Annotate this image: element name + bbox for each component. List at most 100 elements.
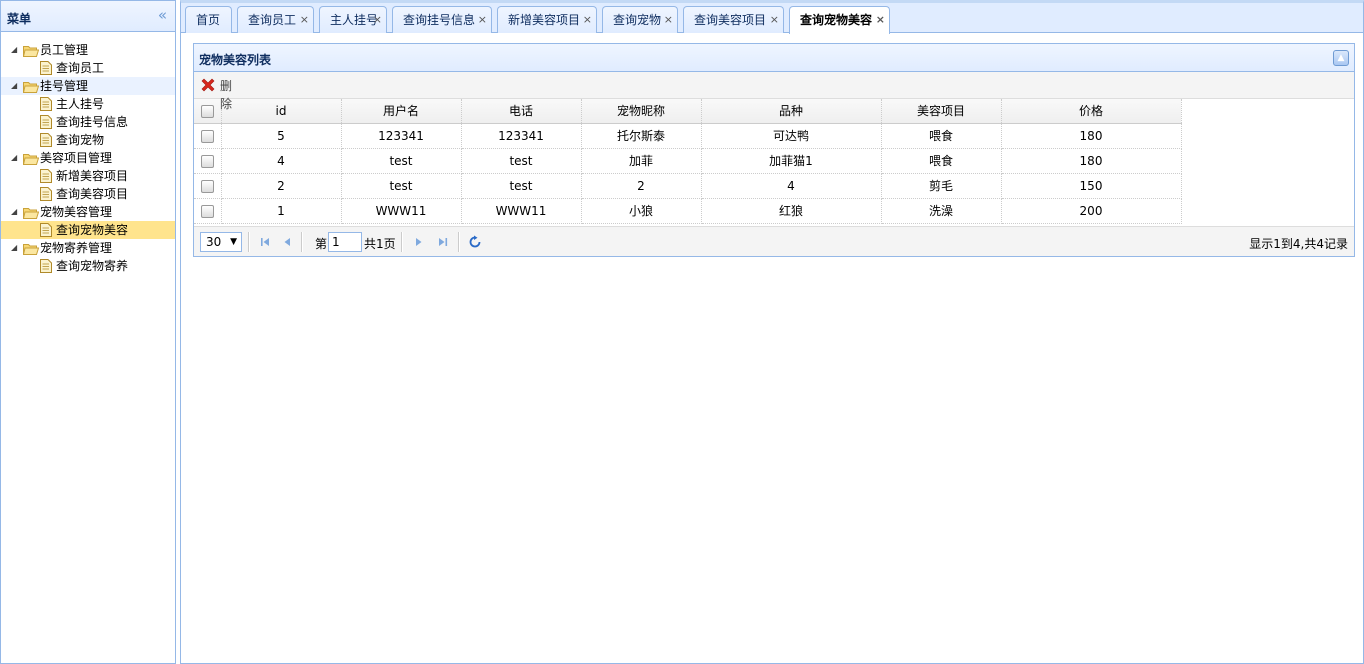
tab-item[interactable]: 新增美容项目 × xyxy=(497,6,597,33)
file-icon xyxy=(40,187,52,201)
close-icon[interactable]: × xyxy=(373,7,382,33)
table-cell: test xyxy=(341,173,462,199)
column-header[interactable]: 美容项目 xyxy=(881,99,1002,124)
table-cell: 小狼 xyxy=(581,198,702,224)
expand-triangle-icon[interactable]: ◢ xyxy=(11,77,17,95)
tree-node-label: 查询宠物 xyxy=(56,133,105,147)
row-checkbox-cell xyxy=(194,123,222,149)
table-cell: 可达鸭 xyxy=(701,123,882,149)
select-all-checkbox[interactable] xyxy=(200,104,214,118)
refresh-icon[interactable] xyxy=(468,235,482,249)
tree-node-label: 新增美容项目 xyxy=(56,169,129,183)
table-row[interactable]: 5 123341 123341 托尔斯泰 可达鸭 喂食 180 xyxy=(194,123,1182,149)
last-page-icon[interactable] xyxy=(436,235,450,249)
row-checkbox[interactable] xyxy=(200,154,214,168)
close-icon[interactable]: × xyxy=(300,7,309,33)
tree-node-label: 查询宠物美容 xyxy=(56,223,129,237)
tree-node-label: 宠物美容管理 xyxy=(40,205,113,219)
page-size-select[interactable]: 30 ▼ xyxy=(200,232,242,252)
row-checkbox[interactable] xyxy=(200,179,214,193)
table-cell: 180 xyxy=(1001,148,1182,174)
tab-item[interactable]: 主人挂号 × xyxy=(319,6,387,33)
data-grid: id 用户名 电话 宠物昵称 品种 美容项目 价格 5 123341 123341 托尔斯泰 可达鸭… xyxy=(194,99,1182,224)
table-cell: 123341 xyxy=(341,123,462,149)
row-checkbox[interactable] xyxy=(200,129,214,143)
table-cell: 喂食 xyxy=(881,123,1002,149)
tree-leaf-node[interactable]: 主人挂号 xyxy=(1,95,175,113)
chevron-down-icon: ▼ xyxy=(230,237,237,247)
column-header[interactable]: 宠物昵称 xyxy=(581,99,702,124)
tab-label: 新增美容项目 xyxy=(508,13,581,27)
tab-item[interactable]: 查询员工 × xyxy=(237,6,314,33)
column-header[interactable]: id xyxy=(221,99,342,124)
prev-page-icon[interactable] xyxy=(280,235,294,249)
pager-divider xyxy=(301,232,303,252)
tree-node-label: 主人挂号 xyxy=(56,97,105,111)
tab-strip: 首页 查询员工 × 主人挂号 × 查询挂号信息 × 新增美容项目 × 查询宠物 × 查询美容项目 × 查询… xyxy=(181,3,1363,34)
tree-leaf-node[interactable]: 新增美容项目 xyxy=(1,167,175,185)
tree-leaf-node[interactable]: 查询宠物美容 xyxy=(1,221,175,239)
close-icon[interactable]: × xyxy=(583,7,592,33)
tree-leaf-node[interactable]: 查询挂号信息 xyxy=(1,113,175,131)
expand-triangle-icon[interactable]: ◢ xyxy=(11,149,17,167)
close-icon[interactable]: × xyxy=(770,7,779,33)
expand-triangle-icon[interactable]: ◢ xyxy=(11,41,17,59)
tree-folder-node[interactable]: ◢ 宠物寄养管理 xyxy=(1,239,175,257)
close-icon[interactable]: × xyxy=(478,7,487,33)
pager-divider xyxy=(458,232,460,252)
tree-node-label: 查询员工 xyxy=(56,61,105,75)
tree-leaf-node[interactable]: 查询宠物 xyxy=(1,131,175,149)
tree-leaf-node[interactable]: 查询员工 xyxy=(1,59,175,77)
column-header[interactable]: 用户名 xyxy=(341,99,462,124)
collapse-up-icon[interactable]: ▲ xyxy=(1333,50,1349,66)
table-cell: 123341 xyxy=(461,123,582,149)
table-cell: 托尔斯泰 xyxy=(581,123,702,149)
first-page-icon[interactable] xyxy=(258,235,272,249)
close-icon[interactable]: × xyxy=(876,7,885,33)
table-cell: 150 xyxy=(1001,173,1182,199)
table-cell: test xyxy=(341,148,462,174)
tree-folder-node[interactable]: ◢ 员工管理 xyxy=(1,41,175,59)
next-page-icon[interactable] xyxy=(412,235,426,249)
table-row[interactable]: 4 test test 加菲 加菲猫1 喂食 180 xyxy=(194,148,1182,174)
tab-item[interactable]: 查询宠物美容 × xyxy=(789,6,890,34)
page-total: 共1页 xyxy=(364,237,396,251)
file-icon xyxy=(40,97,52,111)
tree-leaf-node[interactable]: 查询美容项目 xyxy=(1,185,175,203)
tab-item[interactable]: 查询挂号信息 × xyxy=(392,6,492,33)
expand-triangle-icon[interactable]: ◢ xyxy=(11,203,17,221)
double-chevron-left-icon[interactable]: « xyxy=(158,7,167,23)
table-cell: test xyxy=(461,173,582,199)
grid-title-bar: 宠物美容列表 ▲ xyxy=(194,44,1354,72)
page-prefix: 第 xyxy=(315,237,328,251)
grid-title: 宠物美容列表 xyxy=(199,53,272,67)
row-checkbox[interactable] xyxy=(200,204,214,218)
tab-item[interactable]: 首页 xyxy=(185,6,232,33)
tab-item[interactable]: 查询宠物 × xyxy=(602,6,678,33)
delete-button[interactable]: 删除 xyxy=(200,77,232,111)
tree-folder-node[interactable]: ◢ 宠物美容管理 xyxy=(1,203,175,221)
column-header[interactable]: 电话 xyxy=(461,99,582,124)
close-icon[interactable]: × xyxy=(664,7,673,33)
tab-label: 查询美容项目 xyxy=(694,13,767,27)
table-row[interactable]: 2 test test 2 4 剪毛 150 xyxy=(194,173,1182,199)
expand-triangle-icon[interactable]: ◢ xyxy=(11,239,17,257)
column-header[interactable]: 品种 xyxy=(701,99,882,124)
tree-folder-node[interactable]: ◢ 挂号管理 xyxy=(1,77,175,95)
file-icon xyxy=(40,61,52,75)
tab-item[interactable]: 查询美容项目 × xyxy=(683,6,784,33)
pager-divider xyxy=(401,232,403,252)
column-header[interactable]: 价格 xyxy=(1001,99,1182,124)
tree-leaf-node[interactable]: 查询宠物寄养 xyxy=(1,257,175,275)
table-cell: 喂食 xyxy=(881,148,1002,174)
table-cell: 加菲 xyxy=(581,148,702,174)
page-number-input[interactable] xyxy=(328,232,362,252)
page-size-value: 30 xyxy=(206,235,222,249)
tree-folder-node[interactable]: ◢ 美容项目管理 xyxy=(1,149,175,167)
file-icon xyxy=(40,259,52,273)
tab-label: 查询员工 xyxy=(248,13,297,27)
delete-label: 删除 xyxy=(220,79,233,111)
row-filler xyxy=(1181,123,1182,148)
table-row[interactable]: 1 WWW11 WWW11 小狼 红狼 洗澡 200 xyxy=(194,198,1182,224)
grid-panel: 宠物美容列表 ▲ 删除 id 用户名 电话 宠物昵称 品种 美容项目 价格 5 123341 1… xyxy=(193,43,1355,257)
